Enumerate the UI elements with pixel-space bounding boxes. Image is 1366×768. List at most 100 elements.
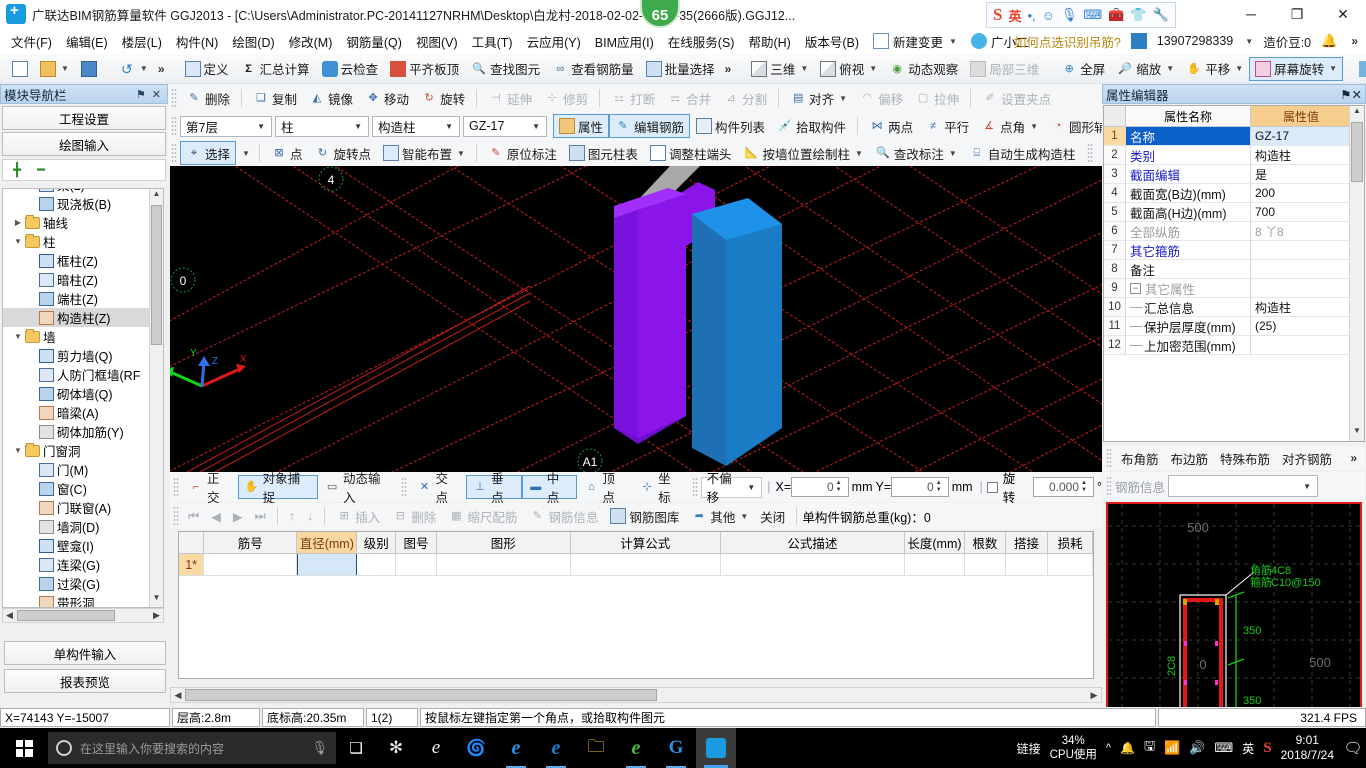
close-rebar-panel-button[interactable]: 关闭: [754, 504, 791, 528]
menu-floor[interactable]: 楼层(L): [115, 29, 169, 54]
stretch-button[interactable]: ▢ 拉伸: [909, 86, 965, 110]
tabbar-overflow-icon[interactable]: »: [1346, 451, 1361, 465]
tree-node-10[interactable]: 人防门框墙(RF: [3, 365, 151, 384]
drawing-canvas[interactable]: 4 0 A1 Y Z X: [170, 166, 1102, 472]
select-floor-button[interactable]: 选择楼层: [1353, 57, 1366, 81]
tree-node-22[interactable]: 带形洞: [3, 593, 151, 607]
rotate-checkbox[interactable]: [986, 481, 998, 493]
tree-horizontal-scrollbar[interactable]: ◀ ▶: [2, 608, 164, 623]
toolbar-overflow-2-icon[interactable]: »: [721, 62, 736, 76]
tree-node-14[interactable]: ▼ 门窗洞: [3, 441, 151, 460]
taskbar-file-explorer[interactable]: 🗀: [576, 728, 616, 768]
perpendicular-snap-toggle[interactable]: ⊥ 垂点: [466, 472, 522, 505]
tree-node-12[interactable]: 暗梁(A): [3, 403, 151, 422]
tree-node-6[interactable]: 端柱(Z): [3, 289, 151, 308]
promo-hint-link[interactable]: 如何点选识别吊筋?: [1014, 32, 1121, 51]
property-name-cell[interactable]: 截面编辑: [1126, 165, 1251, 184]
property-row-9[interactable]: 10— 汇总信息 构造柱: [1104, 298, 1364, 317]
pick-member-button[interactable]: 💉 拾取构件: [771, 114, 852, 138]
define-button[interactable]: 定义: [179, 57, 235, 81]
pin-icon[interactable]: ⚑: [1340, 87, 1351, 102]
menu-version[interactable]: 版本号(B): [798, 29, 866, 54]
rebar-cell-0-4[interactable]: [396, 554, 437, 575]
tree-node-15[interactable]: 门(M): [3, 460, 151, 479]
chevron-down-icon[interactable]: ▼: [238, 149, 254, 158]
screen-rotate-button[interactable]: 屏幕旋转 ▼: [1249, 56, 1344, 81]
point-tool-button[interactable]: ⊠ 点: [265, 141, 309, 165]
other-button[interactable]: ➦ 其他 ▼: [685, 504, 754, 528]
menubar-overflow-icon[interactable]: »: [1347, 34, 1362, 48]
move-up-button[interactable]: ↑: [283, 504, 301, 528]
ime-skin-icon[interactable]: 👕: [1130, 7, 1146, 23]
drawing-input-button[interactable]: 绘图输入: [2, 132, 166, 156]
zoom-button[interactable]: 🔎 缩放 ▼: [1111, 57, 1180, 81]
rebar-col-header-11[interactable]: 损耗: [1048, 532, 1093, 553]
scroll-right-icon[interactable]: ▶: [1087, 690, 1101, 701]
tray-expand-icon[interactable]: ^: [1106, 742, 1111, 754]
close-icon[interactable]: ✕: [1352, 87, 1362, 102]
menu-draw[interactable]: 绘图(D): [225, 29, 281, 54]
ime-voice-icon[interactable]: 🎙: [1061, 7, 1078, 23]
menu-help[interactable]: 帮助(H): [741, 29, 797, 54]
rebar-col-header-2[interactable]: 直径(mm): [297, 532, 358, 553]
rotate-input[interactable]: 0.000 ▲ ▼: [1032, 477, 1095, 497]
taskbar-ie[interactable]: e: [536, 728, 576, 768]
next-record-button[interactable]: ▶: [227, 504, 249, 528]
tab-special-rebar[interactable]: 特殊布筋: [1214, 446, 1276, 470]
offset-mode-selector[interactable]: 不偏移 ▼: [700, 472, 763, 505]
component-tree[interactable]: 梁(L)现浇板(B)▶轴线▼柱框柱(Z)暗柱(Z)端柱(Z)构造柱(Z)▼墙剪力…: [2, 188, 164, 608]
offset-button[interactable]: ◠ 偏移: [853, 86, 909, 110]
property-name-cell[interactable]: 名称: [1126, 127, 1251, 146]
pin-icon[interactable]: ⚑: [133, 88, 149, 101]
account-chevron-down-icon[interactable]: ▼: [1245, 37, 1253, 46]
chevron-down-icon[interactable]: ▼: [11, 237, 25, 246]
minimize-button[interactable]: ─: [1228, 0, 1274, 28]
element-column-table-button[interactable]: 图元柱表: [563, 141, 644, 165]
select-tool-button[interactable]: ⌖ 选择: [180, 141, 237, 165]
start-button[interactable]: [0, 728, 48, 768]
property-value-cell[interactable]: 8 丫8: [1251, 222, 1351, 241]
rebar-cell-0-2[interactable]: [297, 554, 358, 575]
x-spinner[interactable]: ▲ ▼: [836, 480, 846, 494]
tab-corner-rebar[interactable]: 布角筋: [1115, 446, 1165, 470]
taskbar-ie-green[interactable]: e: [616, 728, 656, 768]
expand-all-icon[interactable]: ╋: [9, 162, 25, 178]
collapse-group-icon[interactable]: −: [1130, 282, 1141, 294]
menu-edit[interactable]: 编辑(E): [59, 29, 115, 54]
adjust-column-end-button[interactable]: 调整柱端头: [644, 141, 738, 165]
smart-layout-button[interactable]: 智能布置 ▼: [377, 141, 471, 165]
ortho-toggle[interactable]: ⌐ 正交: [182, 472, 238, 505]
single-member-input-button[interactable]: 单构件输入: [4, 641, 166, 665]
property-name-cell[interactable]: 其它箍筋: [1126, 241, 1251, 260]
tray-ime-lang[interactable]: 英: [1242, 740, 1254, 757]
edit-rebar-button[interactable]: ✎ 编辑钢筋: [609, 114, 691, 138]
menu-file[interactable]: 文件(F): [4, 29, 59, 54]
tray-volume-icon[interactable]: 🔊: [1189, 740, 1205, 756]
coin-balance-label[interactable]: 造价豆:0: [1263, 32, 1311, 51]
property-value-cell[interactable]: [1251, 241, 1351, 260]
view-rebar-qty-button[interactable]: ∞ 查看钢筋量: [546, 57, 640, 81]
mirror-button[interactable]: ◭ 镜像: [303, 86, 359, 110]
summary-calc-button[interactable]: Σ 汇总计算: [235, 57, 316, 81]
break-button[interactable]: ⚏ 打断: [605, 86, 661, 110]
notification-bell-icon[interactable]: 🔔: [1321, 33, 1337, 49]
close-icon[interactable]: ✕: [149, 88, 164, 101]
property-row-2[interactable]: 3 截面编辑 是: [1104, 165, 1364, 184]
rebar-cell-0-6[interactable]: [571, 554, 721, 575]
menu-view[interactable]: 视图(V): [409, 29, 465, 54]
property-row-1[interactable]: 2 类别 构造柱: [1104, 146, 1364, 165]
property-value-cell[interactable]: 700: [1251, 203, 1351, 222]
property-value-cell[interactable]: GZ-17: [1251, 127, 1351, 146]
tree-node-16[interactable]: 窗(C): [3, 479, 151, 498]
two-point-button[interactable]: ⋈ 两点: [863, 114, 919, 138]
floor-selector[interactable]: 第7层 ▼: [180, 115, 272, 137]
property-vertical-scrollbar[interactable]: ▲ ▼: [1349, 106, 1364, 441]
property-name-cell[interactable]: — 上加密范围(mm): [1126, 336, 1251, 355]
coordinate-snap-toggle[interactable]: ⊹ 坐标: [633, 472, 689, 505]
taskbar-spiral[interactable]: 🌀: [456, 728, 496, 768]
partial-3d-button[interactable]: 局部三维: [964, 57, 1045, 81]
property-row-0[interactable]: 1 名称 GZ-17: [1104, 127, 1364, 146]
task-view-button[interactable]: ❏: [336, 728, 376, 768]
menu-member[interactable]: 构件(N): [169, 29, 225, 54]
find-element-button[interactable]: 🔍 查找图元: [465, 57, 546, 81]
